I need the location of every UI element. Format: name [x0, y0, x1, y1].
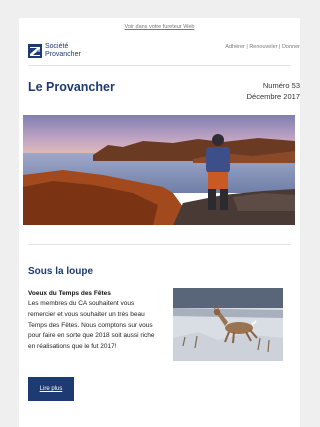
newsletter-title: Le Provancher [28, 80, 115, 94]
logo-line-1: Société [45, 43, 69, 50]
logo-line-2: Provancher [45, 50, 81, 58]
section-title: Sous la loupe [28, 266, 94, 277]
issue-number: Numéro 53 [262, 81, 300, 90]
hero-image [23, 115, 295, 225]
provancher-logo-icon [28, 43, 42, 58]
header-divider [28, 65, 291, 66]
issue-date: Décembre 2017 [246, 92, 300, 101]
article-title: Voeux du Temps des Fêtes [28, 290, 111, 297]
logo[interactable]: Société Provancher [28, 43, 81, 58]
view-in-browser-link[interactable]: Voir dans votre fureteur Web [19, 24, 300, 30]
deer-image [173, 288, 283, 361]
issue-info: Numéro 53 Décembre 2017 [247, 80, 300, 102]
article-body: Les membres du CA souhaitent vous remerc… [28, 300, 155, 351]
membership-links[interactable]: Adhérer | Renouveler | Donner [225, 44, 300, 50]
logo-text: Société Provancher [45, 43, 81, 58]
read-more-button[interactable]: Lire plus [28, 377, 74, 401]
newsletter-container: Voir dans votre fureteur Web Société Pro… [19, 18, 300, 427]
section-divider [28, 244, 291, 245]
